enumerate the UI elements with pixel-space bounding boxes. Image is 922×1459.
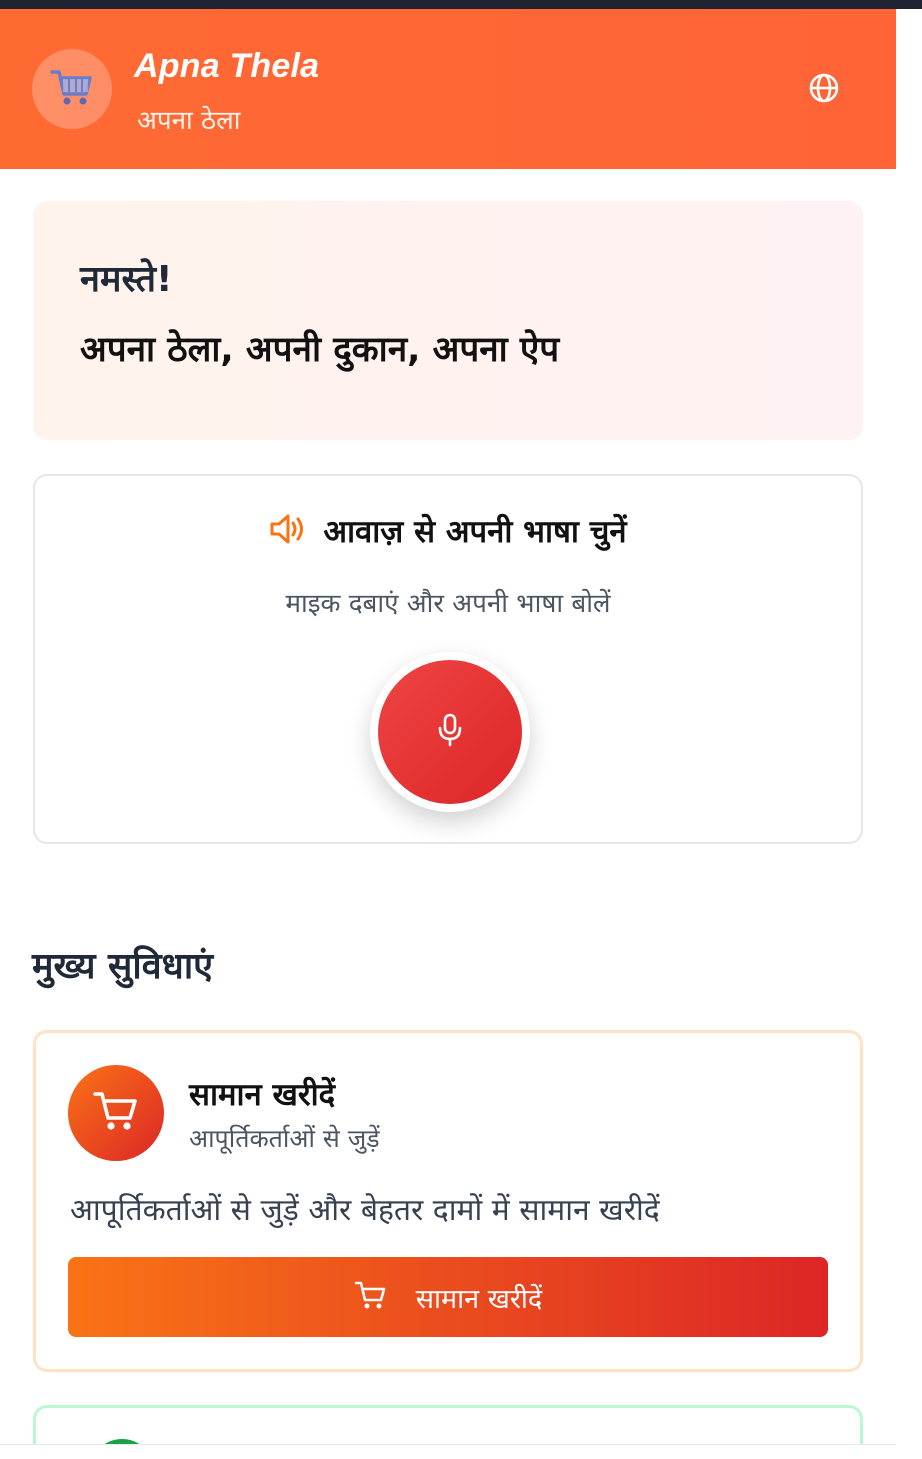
globe-icon [808, 72, 840, 108]
feature-description: आपूर्तिकर्ताओं से जुड़ें और बेहतर दामों … [70, 1193, 660, 1228]
shopping-cart-icon [92, 1089, 140, 1137]
viewport-bottom-edge [0, 1444, 896, 1459]
mic-button-ring [370, 652, 530, 812]
voice-language-card: आवाज़ से अपनी भाषा चुनें माइक दबाएं और अ… [33, 474, 863, 844]
app-logo [32, 49, 112, 129]
buy-goods-button-label: सामान खरीदें [415, 1283, 543, 1315]
feature-card-buy: सामान खरीदें आपूर्तिकर्ताओं से जुड़ें आप… [33, 1030, 863, 1372]
shopping-cart-icon [49, 66, 95, 112]
voice-title: आवाज़ से अपनी भाषा चुनें [323, 514, 627, 550]
app-subtitle: अपना ठेला [137, 106, 241, 136]
browser-top-strip [0, 0, 922, 9]
feature-subtitle: आपूर्तिकर्ताओं से जुड़ें [189, 1124, 380, 1153]
buy-goods-button[interactable]: सामान खरीदें [68, 1257, 828, 1337]
app-header: Apna Thela अपना ठेला [0, 9, 896, 169]
welcome-tagline: अपना ठेला, अपनी दुकान, अपना ऐप [80, 330, 560, 370]
microphone-icon [437, 713, 463, 751]
welcome-card: नमस्ते! अपना ठेला, अपनी दुकान, अपना ऐप [33, 201, 863, 440]
feature-icon [68, 1065, 164, 1161]
speaker-icon [269, 512, 307, 550]
app-title: Apna Thela [134, 47, 320, 85]
voice-title-row: आवाज़ से अपनी भाषा चुनें [35, 510, 861, 552]
shopping-cart-icon [354, 1280, 388, 1314]
mic-button[interactable] [378, 660, 522, 804]
welcome-greeting: नमस्ते! [80, 259, 173, 300]
features-section-title: मुख्य सुविधाएं [32, 946, 214, 987]
voice-instruction: माइक दबाएं और अपनी भाषा बोलें [285, 589, 611, 619]
language-button[interactable] [806, 72, 842, 108]
feature-title: सामान खरीदें [189, 1077, 336, 1113]
